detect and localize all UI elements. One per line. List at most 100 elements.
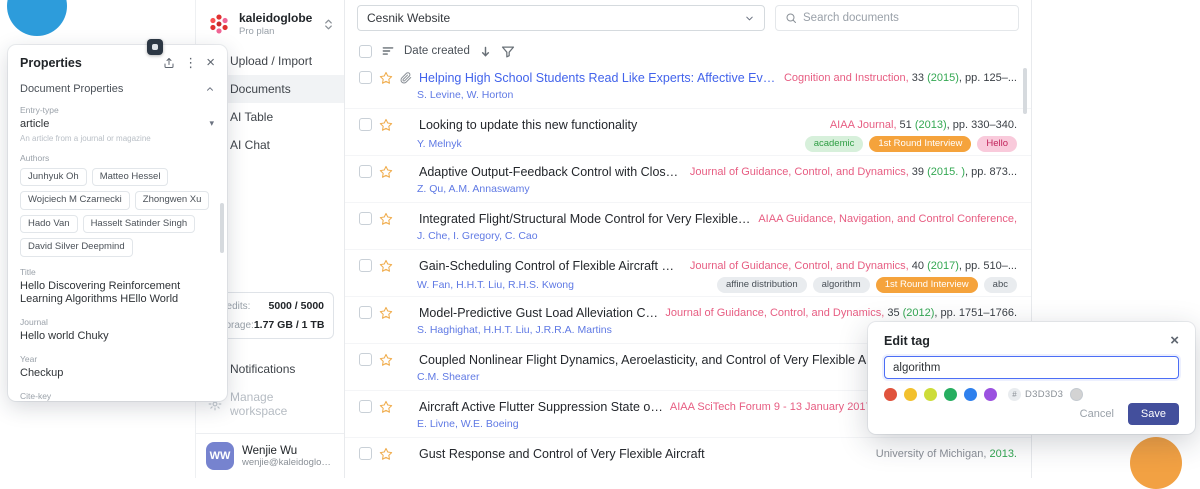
- workspace-name: kaleidoglobe: [239, 11, 316, 25]
- document-row[interactable]: Integrated Flight/Structural Mode Contro…: [345, 203, 1031, 250]
- color-swatch[interactable]: [984, 388, 997, 401]
- current-color-swatch[interactable]: [1070, 388, 1083, 401]
- tag-pill[interactable]: affine distribution: [717, 277, 807, 293]
- doc-title[interactable]: Gain-Scheduling Control of Flexible Airc…: [419, 259, 683, 273]
- search-input[interactable]: [803, 12, 1009, 24]
- tag-pill[interactable]: 1st Round Interview: [869, 136, 971, 152]
- author-chip[interactable]: Hasselt Satinder Singh: [83, 215, 196, 233]
- doc-title[interactable]: Model-Predictive Gust Load Alleviation C…: [419, 306, 658, 320]
- tag-pill[interactable]: academic: [805, 136, 864, 152]
- star-icon[interactable]: [379, 306, 393, 320]
- author-chip[interactable]: Zhongwen Xu: [135, 191, 210, 209]
- doc-title[interactable]: Integrated Flight/Structural Mode Contro…: [419, 212, 751, 226]
- tag-name-input[interactable]: [884, 356, 1179, 379]
- field-journal[interactable]: Journal Hello world Chuky: [20, 317, 215, 344]
- collection-value: Cesnik Website: [367, 11, 450, 25]
- cancel-button[interactable]: Cancel: [1080, 408, 1114, 420]
- doc-year: (2012): [900, 307, 935, 319]
- workspace-switcher[interactable]: kaleidoglobe Pro plan: [196, 0, 344, 47]
- row-checkbox[interactable]: [359, 165, 372, 178]
- field-cite-key[interactable]: Cite-key generate custom cite key: [20, 391, 215, 402]
- floating-pin-button[interactable]: [147, 39, 163, 55]
- color-swatch[interactable]: [884, 388, 897, 401]
- sort-direction-down-icon[interactable]: [479, 45, 492, 58]
- doc-year: (2017): [924, 260, 959, 272]
- user-profile[interactable]: WW Wenjie Wu wenjie@kaleidoglob...: [196, 433, 344, 478]
- doc-title[interactable]: Gust Response and Control of Very Flexib…: [419, 447, 869, 461]
- export-icon[interactable]: [163, 57, 175, 69]
- row-checkbox[interactable]: [359, 212, 372, 225]
- row-checkbox[interactable]: [359, 71, 372, 84]
- sidebar-item-label: AI Table: [230, 110, 273, 124]
- field-title[interactable]: Title Hello Discovering Reinforcement Le…: [20, 267, 215, 308]
- row-checkbox[interactable]: [359, 400, 372, 413]
- row-checkbox[interactable]: [359, 306, 372, 319]
- journal-label: Journal: [20, 317, 215, 327]
- doc-tags: affine distribution algorithm 1st Round In…: [717, 277, 1017, 293]
- doc-title[interactable]: Helping High School Students Read Like E…: [419, 71, 777, 85]
- author-chip[interactable]: David Silver Deepmind: [20, 238, 133, 256]
- doc-authors: S. Levine, W. Horton: [417, 89, 1009, 101]
- doc-meta: Journal of Guidance, Control, and Dynami…: [665, 307, 1017, 319]
- field-entry-type[interactable]: Entry-type article An article from a jou…: [20, 105, 215, 143]
- panel-scrollbar[interactable]: [220, 203, 224, 253]
- tag-pill[interactable]: algorithm: [813, 277, 870, 293]
- document-row[interactable]: Gust Response and Control of Very Flexib…: [345, 438, 1031, 478]
- tag-pill[interactable]: abc: [984, 277, 1017, 293]
- list-scrollbar[interactable]: [1023, 68, 1027, 114]
- user-email: wenjie@kaleidoglob...: [242, 457, 334, 468]
- doc-meta: Journal of Guidance, Control, and Dynami…: [690, 166, 1017, 178]
- hex-value: D3D3D3: [1025, 389, 1063, 400]
- author-chip[interactable]: Junhyuk Oh: [20, 168, 87, 186]
- search-box[interactable]: [775, 5, 1019, 31]
- close-icon[interactable]: ×: [206, 55, 215, 70]
- field-year[interactable]: Year Checkup: [20, 354, 215, 381]
- star-icon[interactable]: [379, 259, 393, 273]
- doc-pages: , pp. 125–...: [959, 72, 1017, 84]
- select-all-checkbox[interactable]: [359, 45, 372, 58]
- document-row[interactable]: Gain-Scheduling Control of Flexible Airc…: [345, 250, 1031, 297]
- star-icon[interactable]: [379, 165, 393, 179]
- star-icon[interactable]: [379, 447, 393, 461]
- color-swatch[interactable]: [944, 388, 957, 401]
- authors-label: Authors: [20, 153, 215, 163]
- tag-pill[interactable]: 1st Round Interview: [876, 277, 978, 293]
- filter-icon[interactable]: [501, 44, 515, 58]
- save-button[interactable]: Save: [1128, 403, 1179, 425]
- doc-year: (2015. ): [924, 166, 965, 178]
- kebab-menu-icon[interactable]: ⋮: [184, 56, 197, 69]
- tag-pill[interactable]: Hello: [977, 136, 1017, 152]
- document-row[interactable]: Looking to update this new functionality…: [345, 109, 1031, 156]
- color-swatch[interactable]: [964, 388, 977, 401]
- star-icon[interactable]: [379, 118, 393, 132]
- hex-color-chip[interactable]: # D3D3D3: [1008, 388, 1063, 401]
- close-icon[interactable]: ×: [1170, 333, 1179, 348]
- author-chip[interactable]: Hado Van: [20, 215, 78, 233]
- document-row[interactable]: Helping High School Students Read Like E…: [345, 62, 1031, 109]
- row-checkbox[interactable]: [359, 447, 372, 460]
- sidebar-item-label: AI Chat: [230, 138, 270, 152]
- row-checkbox[interactable]: [359, 118, 372, 131]
- year-label: Year: [20, 354, 215, 364]
- document-row[interactable]: Adaptive Output-Feedback Control with Cl…: [345, 156, 1031, 203]
- star-icon[interactable]: [379, 212, 393, 226]
- sort-icon[interactable]: [381, 44, 395, 58]
- star-icon[interactable]: [379, 353, 393, 367]
- author-chip[interactable]: Matteo Hessel: [92, 168, 169, 186]
- color-swatch[interactable]: [924, 388, 937, 401]
- doc-title[interactable]: Adaptive Output-Feedback Control with Cl…: [419, 165, 683, 179]
- doc-title[interactable]: Aircraft Active Flutter Suppression Stat…: [419, 400, 663, 414]
- hash-icon: #: [1008, 388, 1021, 401]
- doc-volume: 51: [897, 119, 912, 131]
- collection-select[interactable]: Cesnik Website: [357, 5, 765, 31]
- star-icon[interactable]: [379, 71, 393, 85]
- section-document-properties[interactable]: Document Properties: [20, 83, 215, 95]
- color-swatch[interactable]: [904, 388, 917, 401]
- doc-meta: AIAA Guidance, Navigation, and Control C…: [758, 213, 1017, 225]
- author-chip[interactable]: Wojciech M Czarnecki: [20, 191, 130, 209]
- star-icon[interactable]: [379, 400, 393, 414]
- sort-field-label[interactable]: Date created: [404, 45, 470, 57]
- row-checkbox[interactable]: [359, 353, 372, 366]
- doc-title[interactable]: Looking to update this new functionality: [419, 118, 823, 132]
- row-checkbox[interactable]: [359, 259, 372, 272]
